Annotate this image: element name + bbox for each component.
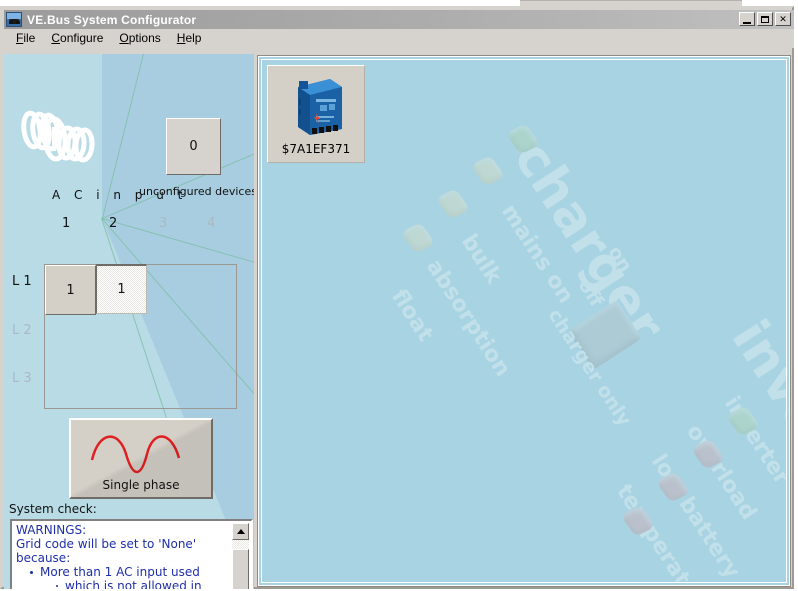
close-icon: ✕ [779,13,787,24]
warnings-subheading: Grid code will be set to 'None' because: [16,537,197,565]
menu-item-file[interactable]: File [8,30,43,47]
ac-input-number-2[interactable]: 2 [109,216,117,231]
device-id-label: $7A1EF371 [281,142,351,156]
phase-label-l3: L 3 [12,371,32,386]
ac-input-number-1[interactable]: 1 [62,216,70,231]
device-tile[interactable]: $7A1EF371 [267,65,365,163]
watermark-state-float: float [386,285,438,347]
chevron-up-icon [236,529,245,534]
watermark-state-mains-on: mains on [496,200,579,308]
maximize-button[interactable] [757,12,773,26]
sine-wave-icon [90,435,181,474]
close-button[interactable]: ✕ [775,12,791,26]
multiplus-device-icon [298,79,342,135]
background-window-ghost-text: □□□□□□ □□□□□ [520,1,632,4]
single-phase-label: Single phase [102,478,180,492]
watermark-led-low-battery [655,471,691,503]
ac-input-label: A C i n p u t [52,188,188,202]
watermark-charger-title: charger [501,130,676,353]
watermark-state-bulk: bulk [456,230,507,289]
watermark-led-absorption [435,188,471,220]
unconfigured-devices-count[interactable]: 0 [166,118,221,175]
warnings-list: More than 1 AC input used which is not a… [16,565,221,589]
window-controls: ✕ [739,12,791,26]
watermark-led-inverter [725,405,761,437]
system-check-warnings-box[interactable]: WARNINGS: Grid code will be set to 'None… [10,519,253,589]
watermark-state-absorption: absorption [421,255,516,382]
watermark-switch-label-charger-only: charger only [543,305,636,431]
warnings-scrollbar[interactable] [232,523,249,589]
minimize-button[interactable] [739,12,755,26]
warnings-heading: WARNINGS: [16,523,87,537]
menu-item-help[interactable]: Help [169,30,210,47]
device-workspace-panel[interactable]: charger mains on bulk absorption float o… [257,55,791,587]
warning-subitem: which is not allowed in MultiPlus-II / M… [56,579,221,589]
scrollbar-thumb[interactable] [232,549,249,589]
ac-input-number-4[interactable]: 4 [207,216,215,231]
window-title: VE.Bus System Configurator [27,12,197,27]
warning-item-text: More than 1 AC input used [40,565,200,579]
ac-input-number-3[interactable]: 3 [159,216,167,231]
watermark-inverter-title: inverter [719,310,787,541]
watermark-rotary-switch [568,299,642,371]
van-icon [6,12,22,27]
watermark-state-temperature: temperature [611,480,718,583]
watermark-switch-label-off: off [573,275,608,311]
watermark-led-mains-on [505,123,541,155]
scroll-up-button[interactable] [232,523,249,540]
menu-item-configure[interactable]: Configure [43,30,111,47]
menu-bar: File Configure Options Help [4,29,794,48]
system-check-label: System check: [9,502,97,516]
phase-label-l1: L 1 [12,274,32,289]
device-cell-l1-input2[interactable]: 1 [96,264,147,314]
title-bar: VE.Bus System Configurator ✕ [4,10,794,29]
phase-label-l2: L 2 [12,323,32,338]
configuration-panel: 0 unconfigured devices: A C i n p u t 1 … [4,54,254,589]
warning-item: More than 1 AC input used which is not a… [30,565,221,589]
warnings-text: WARNINGS: Grid code will be set to 'None… [16,523,221,589]
device-workspace-inner: charger mains on bulk absorption float o… [261,59,787,583]
application-window: VE.Bus System Configurator ✕ File Config… [0,6,794,589]
victron-energy-logo [21,110,95,163]
watermark-switch-label-on: on [603,242,637,277]
desktop-background: □□□□□□ □□□□□ VE.Bus System Configurator [0,0,798,591]
watermark-led-overload [690,438,726,470]
watermark-led-float [400,222,436,254]
watermark-state-inverter: inverter [719,392,787,490]
warning-sublist: which is not allowed in MultiPlus-II / M… [40,579,221,589]
watermark-state-low-battery: low battery [646,450,745,583]
menu-item-options[interactable]: Options [111,30,168,47]
single-phase-button[interactable]: Single phase [69,418,213,499]
watermark-led-temperature [620,505,656,537]
watermark-state-overload: overload [681,420,762,525]
device-cell-l1-input1[interactable]: 1 [45,265,96,315]
watermark-led-bulk [470,155,506,187]
